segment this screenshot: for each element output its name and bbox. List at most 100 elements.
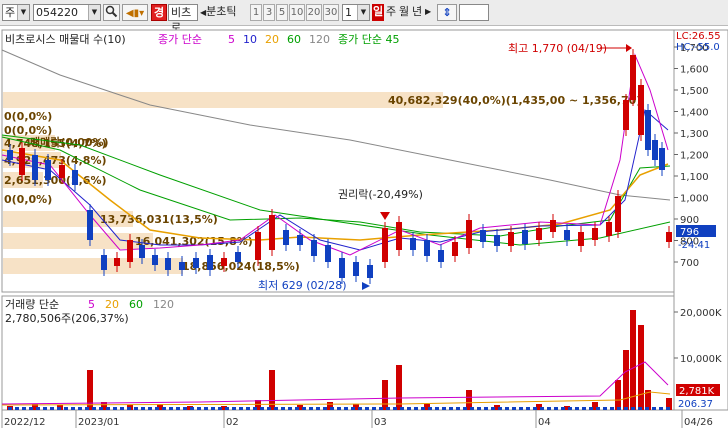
volume-bar-small xyxy=(449,407,453,410)
volume-bar-small xyxy=(190,407,194,410)
volume-bar-small xyxy=(113,407,117,410)
candlestick xyxy=(72,170,78,185)
candlestick xyxy=(221,258,227,266)
search-button[interactable] xyxy=(103,4,120,21)
tick-period-button[interactable]: ◀분초틱 xyxy=(200,4,250,21)
volume-bar-small xyxy=(456,407,460,410)
count-value: 1 xyxy=(345,6,352,19)
tick-period-label: 분초틱 xyxy=(206,5,237,18)
volume-bar-small xyxy=(603,407,607,410)
volume-bar-small xyxy=(246,407,250,410)
volume-bar-small xyxy=(15,407,19,410)
volume-profile-bar xyxy=(3,92,443,108)
price-tick-label: 1,600 xyxy=(680,65,709,76)
volume-bar-small xyxy=(407,407,411,410)
period-10[interactable]: 10 xyxy=(289,4,305,21)
volume-ma-period: 20 xyxy=(105,298,119,311)
x-axis-label: 2023/01 xyxy=(78,417,120,428)
volume-bar-small xyxy=(582,407,586,410)
candlestick xyxy=(480,230,486,242)
extra-input[interactable] xyxy=(459,4,489,21)
volume-bar-small xyxy=(547,407,551,410)
candlestick xyxy=(311,240,317,256)
volume-bar-small xyxy=(568,407,572,410)
candlestick xyxy=(165,258,171,270)
candlestick xyxy=(466,220,472,248)
warning-badge: 경 xyxy=(151,4,167,21)
candlestick xyxy=(7,150,13,160)
candlestick xyxy=(382,228,388,262)
volume-bar-small xyxy=(50,407,54,410)
period-1[interactable]: 1 xyxy=(250,4,262,21)
volume-bar xyxy=(382,380,388,410)
candlestick xyxy=(339,258,345,278)
volume-bar-small xyxy=(204,407,208,410)
stock-code-value: 054220 xyxy=(36,6,78,19)
volume-tick-label: 20,000K xyxy=(680,308,722,319)
candlestick xyxy=(452,242,458,256)
candlestick xyxy=(19,148,25,175)
volume-bar-small xyxy=(344,407,348,410)
market-select[interactable]: 주 ▼ xyxy=(2,4,30,21)
volume-bar-small xyxy=(309,407,313,410)
period-20[interactable]: 20 xyxy=(306,4,322,21)
scroll-updown-button[interactable]: ⇕ xyxy=(437,4,457,21)
volume-bar-small xyxy=(610,407,614,410)
volume-tick-label: 10,000K xyxy=(680,354,722,365)
volume-bar-small xyxy=(442,407,446,410)
x-axis-label: 04/26 xyxy=(684,417,713,428)
volume-bar-small xyxy=(92,407,96,410)
stock-chart[interactable]: 1,7001,6001,5001,4001,3001,2001,1001,000… xyxy=(0,26,728,430)
stock-name: 비츠로 xyxy=(168,4,198,34)
lc-label: LC:26.55 xyxy=(676,31,721,42)
period-3[interactable]: 3 xyxy=(263,4,275,21)
month-button[interactable]: 월 xyxy=(398,4,410,21)
chevron-down-icon: ▼ xyxy=(357,5,369,20)
candlestick xyxy=(139,245,145,258)
volume-bar-small xyxy=(197,407,201,410)
volume-bar-small xyxy=(267,407,271,410)
volume-bar xyxy=(87,370,93,410)
count-select[interactable]: 1 ▼ xyxy=(342,4,370,21)
volume-bar-small xyxy=(29,407,33,410)
candlestick xyxy=(101,255,107,270)
volume-bar-small xyxy=(372,407,376,410)
volume-bar-small xyxy=(561,407,565,410)
x-axis-label: 03 xyxy=(374,417,387,428)
volume-bar-small xyxy=(617,407,621,410)
sound-button[interactable]: ◀▮▾ xyxy=(122,4,148,21)
day-button[interactable]: 일 xyxy=(372,4,384,21)
volume-bar-small xyxy=(176,407,180,410)
chevron-down-icon: ▼ xyxy=(88,5,100,20)
volume-bar-small xyxy=(379,407,383,410)
candlestick xyxy=(666,232,672,242)
speaker-icon: ◀▮▾ xyxy=(125,8,145,19)
volume-bar-small xyxy=(64,407,68,410)
candlestick xyxy=(59,165,65,178)
candlestick xyxy=(45,160,51,180)
volume-bar-small xyxy=(316,407,320,410)
volume-bar-small xyxy=(148,407,152,410)
volume-bar-small xyxy=(120,407,124,410)
candlestick xyxy=(550,220,556,232)
volume-bar-small xyxy=(351,407,355,410)
volume-bar-small xyxy=(337,407,341,410)
year-button[interactable]: 년 xyxy=(411,4,423,21)
chart-toolbar: 주 ▼ 054220 ▼ ◀▮▾ 경 비츠로 ◀분초틱 1 3 5 10 20 … xyxy=(0,0,728,34)
volume-bar-small xyxy=(8,407,12,410)
price-tick-label: 1,500 xyxy=(680,86,709,97)
period-30[interactable]: 30 xyxy=(323,4,339,21)
candlestick xyxy=(494,235,500,246)
triangle-right-icon[interactable]: ▶ xyxy=(425,4,435,21)
high-annotation: 최고 1,770 (04/19) xyxy=(508,42,607,55)
volume-bar xyxy=(638,325,644,410)
candlestick xyxy=(396,222,402,250)
volume-bar-small xyxy=(624,407,628,410)
volume-bar-small xyxy=(281,407,285,410)
volume-bar-small xyxy=(470,407,474,410)
stock-code-input[interactable]: 054220 ▼ xyxy=(33,4,101,21)
week-button[interactable]: 주 xyxy=(385,4,397,21)
updown-arrow-icon: ⇕ xyxy=(442,6,452,19)
candlestick xyxy=(410,238,416,250)
period-5[interactable]: 5 xyxy=(276,4,288,21)
